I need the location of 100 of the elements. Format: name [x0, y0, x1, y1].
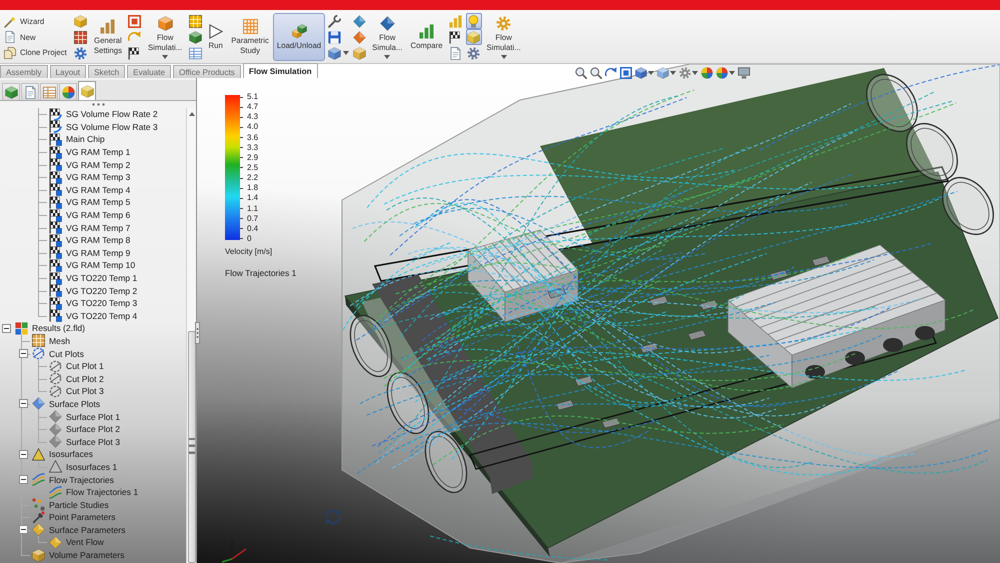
diamond-icon [49, 536, 62, 549]
triangle-icon [32, 448, 45, 461]
view-tool-button[interactable] [620, 67, 632, 79]
tree-item[interactable]: Surface Plot 3 [66, 436, 120, 448]
tree-item[interactable]: Flow Trajectories [49, 474, 114, 486]
checkered-flag-icon [449, 30, 462, 44]
tree-item[interactable]: Isosurfaces 1 [66, 460, 118, 473]
panel-tab[interactable] [78, 81, 96, 100]
checkered-flag-icon [49, 258, 62, 272]
caret-icon[interactable] [343, 51, 350, 55]
tree-item[interactable]: VG TO220 Temp 4 [66, 310, 138, 322]
tree-item[interactable]: SG Volume Flow Rate 2 [66, 108, 158, 120]
tree-item[interactable]: VG RAM Temp 8 [66, 234, 130, 246]
tree-item[interactable]: Main Chip [66, 133, 105, 146]
tree-item[interactable]: VG TO220 Temp 3 [66, 297, 138, 310]
scale-value: 3.3 [247, 142, 258, 153]
panel-tab[interactable] [59, 83, 77, 100]
bar-chart-icon [100, 18, 116, 34]
axis-triad-icon [222, 540, 246, 563]
tree-item[interactable]: Surface Plot 2 [66, 423, 120, 436]
scale-value: 1.8 [247, 183, 258, 194]
tree-item[interactable]: SG Volume Flow Rate 3 [66, 120, 158, 133]
minus-box-icon[interactable] [19, 475, 28, 484]
tree-item[interactable]: Cut Plot 3 [66, 385, 104, 398]
tree-item[interactable]: VG RAM Temp 2 [66, 158, 130, 171]
minus-box-icon[interactable] [2, 324, 11, 333]
table-icon [188, 46, 202, 60]
grid-icon [74, 30, 88, 44]
ribbon-tab[interactable]: Flow Simulation [242, 63, 318, 78]
tree-item[interactable]: VG RAM Temp 4 [66, 184, 130, 196]
gear-icon [74, 46, 88, 60]
tree-item[interactable]: Results (2.fld) [32, 322, 86, 334]
chip-drawing [640, 342, 658, 354]
ribbon-tab[interactable]: Evaluate [127, 65, 171, 78]
view-tool-button[interactable] [635, 67, 654, 79]
minus-box-icon[interactable] [19, 450, 28, 459]
tree-item[interactable]: Flow Trajectories 1 [66, 486, 138, 498]
tree-item[interactable]: Cut Plot 2 [66, 372, 104, 385]
color-wheel-icon [62, 86, 74, 98]
scale-value: 2.9 [247, 152, 258, 163]
curved-lines-icon [32, 473, 45, 486]
scroll-up-arrow-icon[interactable] [188, 112, 194, 116]
ribbon-tab[interactable]: Office Products [173, 65, 241, 78]
checkered-flag-icon [49, 208, 62, 222]
scale-value: 1.1 [247, 204, 258, 214]
diamond-icon [49, 410, 62, 424]
tree-item[interactable]: Surface Parameters [49, 524, 126, 536]
chip-drawing [548, 288, 566, 298]
tree-item[interactable]: Cut Plot 1 [66, 360, 104, 372]
ribbon-tab[interactable]: Assembly [0, 65, 48, 78]
ribbon-tab[interactable]: Sketch [88, 65, 126, 78]
tree-item[interactable]: Surface Plots [49, 398, 100, 410]
toolbar-button[interactable] [326, 13, 342, 29]
view-tool-button[interactable] [657, 67, 676, 79]
tree-item[interactable]: VG RAM Temp 6 [66, 209, 130, 222]
view-tool-button[interactable] [590, 67, 602, 79]
tree-item[interactable]: VG RAM Temp 5 [66, 196, 130, 208]
tree-item[interactable]: Isosurfaces [49, 448, 93, 460]
checkered-flag-icon [49, 196, 62, 209]
minus-box-icon[interactable] [19, 399, 28, 408]
tree-item[interactable]: VG RAM Temp 10 [66, 259, 136, 272]
view-tool-button[interactable] [575, 67, 587, 79]
tree-item[interactable]: VG RAM Temp 3 [66, 171, 130, 184]
tree-item[interactable]: Mesh [49, 334, 70, 347]
tree-item[interactable]: Point Parameters [49, 511, 116, 524]
view-tool-button[interactable] [679, 67, 698, 79]
tree-item[interactable]: VG TO220 Temp 1 [66, 272, 138, 284]
panel-tab[interactable] [40, 83, 58, 100]
view-tool-button[interactable] [738, 67, 750, 79]
chip-drawing [650, 296, 668, 306]
tree-item[interactable]: Volume Parameters [49, 549, 124, 562]
panel-tab[interactable] [21, 83, 39, 100]
cube-icon [352, 46, 366, 60]
minus-box-icon[interactable] [19, 349, 28, 358]
resize-grip-icon[interactable] [195, 322, 200, 344]
chip-drawing [556, 400, 574, 410]
view-tool-button[interactable] [701, 67, 713, 79]
diamond-icon [32, 523, 45, 536]
tree-item[interactable]: VG TO220 Temp 2 [66, 284, 138, 297]
tree-item[interactable]: VG RAM Temp 1 [66, 146, 130, 158]
square-icon [620, 67, 632, 79]
tree-item[interactable]: VG RAM Temp 7 [66, 222, 130, 234]
view-tool-button[interactable] [605, 67, 617, 79]
lightbulb-icon [467, 14, 480, 28]
tree-item[interactable]: VG RAM Temp 9 [66, 246, 130, 259]
fan-drawing [386, 372, 430, 434]
tree-item[interactable]: Surface Plot 1 [66, 410, 120, 423]
tree-item[interactable]: Particle Studies [49, 498, 109, 511]
cube-icon [4, 86, 18, 98]
ribbon-tab[interactable]: Layout [50, 65, 86, 78]
tree-item[interactable]: Vent Flow [66, 536, 104, 548]
curved-arrow-icon [128, 30, 142, 44]
grip-icon[interactable] [92, 103, 104, 106]
tree-item[interactable]: Cut Plots [49, 348, 84, 360]
scrollbar[interactable] [186, 108, 196, 563]
diamond-icon [32, 397, 45, 410]
scrollbar-thumb[interactable] [188, 331, 196, 563]
ring-icon [49, 372, 62, 386]
panel-tab[interactable] [2, 83, 20, 100]
minus-box-icon[interactable] [19, 525, 28, 534]
